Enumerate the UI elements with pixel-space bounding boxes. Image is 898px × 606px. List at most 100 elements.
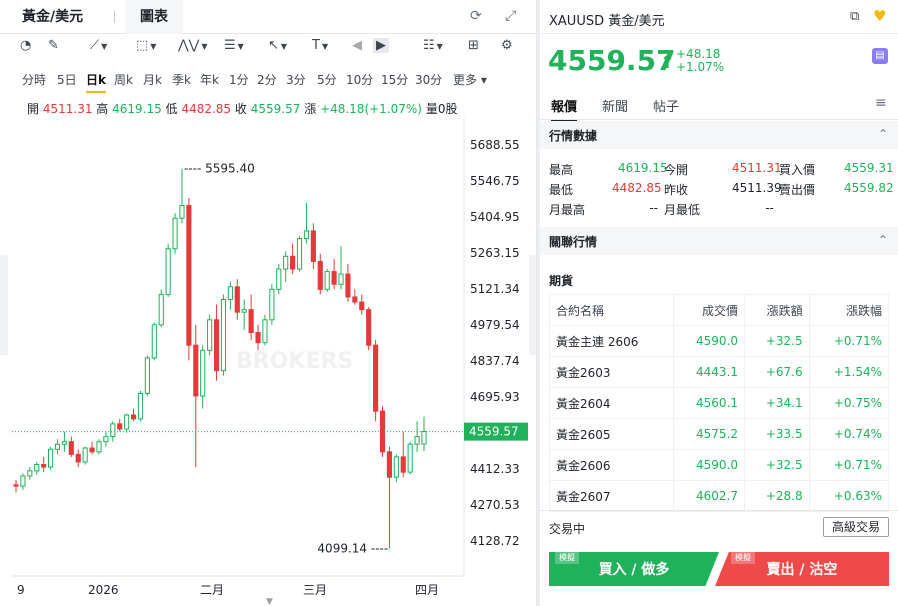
period-7[interactable]: 1分 [229, 71, 249, 88]
fib-icon[interactable]: ☰ ▼ [224, 38, 244, 53]
x-tick-label: 2026 [88, 583, 119, 597]
section-related[interactable]: 關聯行情 ⌃ [540, 227, 898, 255]
period-2[interactable]: 日k [86, 71, 106, 93]
period-10[interactable]: 5分 [317, 71, 337, 88]
period-0[interactable]: 分時 [22, 71, 46, 88]
favorite-heart-icon[interactable]: ♥ [873, 7, 886, 25]
period-4[interactable]: 月k [143, 71, 162, 88]
layout-icon[interactable]: ☷ ▼ [423, 38, 443, 53]
sim-badge: 模擬 [555, 552, 579, 564]
candle-body [137, 392, 144, 420]
buy-button[interactable]: 模擬 買入 / 做多 [549, 552, 719, 586]
open-value: 4511.31 [42, 102, 93, 116]
period-1[interactable]: 5日 [57, 71, 77, 88]
change-pct: +1.07% [676, 60, 725, 74]
period-6[interactable]: 年k [200, 71, 219, 88]
trading-status: 交易中 [549, 522, 586, 536]
period-8[interactable]: 2分 [257, 71, 277, 88]
scroll-down-icon[interactable]: ▼ [266, 597, 273, 606]
drawing-toolbar: ◔ ✎ ⟋ ▼ ⬚ ▼ ⋀⋁ ▼ ☰ ▼ ↖ ▼ T ▼ ◀ ▶ ☷ ▼ ⊞ ⚙ [0, 34, 536, 62]
table-row[interactable]: 黃金2605 4575.2 +33.5 +0.74% [549, 418, 890, 450]
volume-value: 0股 [437, 102, 458, 116]
low-value: 4482.85 [181, 102, 232, 116]
trendline-icon[interactable]: ⟋ ▼ [90, 38, 107, 53]
candle-body [386, 451, 392, 478]
candle-body [130, 414, 137, 420]
bid-price: 4559.31 [844, 161, 894, 175]
candle-body [124, 414, 130, 430]
tab-symbol[interactable]: 黃金/美元 [22, 0, 83, 34]
table-header: 合約名稱 成交價 漲跌額 漲跌幅 [549, 294, 890, 326]
bookmark-icon[interactable]: ⧉ [850, 9, 859, 24]
symbol-title: XAUUSD 黃金/美元 [549, 14, 665, 29]
candle-body [317, 260, 323, 290]
candle-body [296, 238, 303, 270]
candle-body [82, 447, 88, 463]
left-collapse-handle[interactable] [0, 255, 8, 355]
menu-icon[interactable]: ≡ [875, 95, 887, 111]
close-value: 4559.57 [250, 102, 301, 116]
chart-tabbar: 黃金/美元 圖表 ⟳ ⤢ [0, 0, 536, 34]
pencil-icon[interactable]: ✎ [48, 38, 59, 53]
cursor-icon[interactable]: ↖ ▼ [268, 38, 287, 53]
tab-quote[interactable]: 報價 [551, 96, 578, 122]
y-tick-label: 5404.95 [470, 210, 520, 224]
prev-close: 4511.39 [732, 181, 782, 195]
rectangle-icon[interactable]: ⬚ ▼ [136, 38, 156, 53]
candle-body [110, 423, 116, 438]
prev-icon[interactable]: ◀ [352, 38, 362, 53]
table-row[interactable]: 黃金2606 4590.0 +32.5 +0.71% [549, 449, 890, 481]
table-row[interactable]: 黃金2604 4560.1 +34.1 +0.75% [549, 387, 890, 419]
right-collapse-handle[interactable] [529, 255, 536, 355]
ask-price: 4559.82 [844, 181, 894, 195]
candlestick-chart[interactable]: BROKERS 5688.55 5546.75 5404.95 5263.15 5121.… [0, 118, 537, 606]
gauge-icon[interactable]: ◔ [20, 38, 31, 53]
period-12[interactable]: 15分 [381, 71, 408, 88]
candle-body [213, 319, 220, 372]
table-row[interactable]: 黃金主連 2606 4590.0 +32.5 +0.71% [549, 325, 890, 357]
candle-body [373, 344, 379, 412]
sell-button[interactable]: 模擬 賣出 / 沽空 [715, 552, 889, 586]
tab-posts[interactable]: 帖子 [653, 96, 679, 115]
period-11[interactable]: 10分 [346, 71, 373, 88]
period-5[interactable]: 季k [172, 71, 191, 88]
candle-body [255, 331, 261, 344]
table-row[interactable]: 黃金2603 4443.1 +67.6 +1.54% [549, 356, 890, 388]
period-3[interactable]: 周k [114, 71, 133, 88]
period-14[interactable]: 更多 ▾ [453, 71, 487, 88]
y-tick-label: 5121.34 [470, 282, 520, 296]
candle-body [193, 344, 199, 397]
candle-body [248, 309, 254, 333]
candle-body [89, 447, 95, 453]
next-icon[interactable]: ▶ [373, 38, 389, 53]
quote-panel: XAUUSD 黃金/美元 ⧉ ♥ 4559.57 ↑ +48.18 +1.07%… [540, 0, 898, 606]
tab-chart[interactable]: 圖表 [125, 0, 183, 34]
candle-body [165, 248, 171, 295]
ohlc-readout: 開 4511.31 高 4619.15 低 4482.85 收 4559.57 … [27, 102, 458, 116]
quote-header: XAUUSD 黃金/美元 ⧉ ♥ [540, 0, 898, 34]
candle-body [61, 441, 67, 445]
x-tick-label: 三月 [303, 583, 327, 597]
candle-body [13, 484, 19, 487]
candle-body [186, 205, 192, 346]
day-low: 4482.85 [612, 181, 662, 195]
wave-icon[interactable]: ⋀⋁ ▼ [178, 38, 207, 53]
advanced-trade-button[interactable]: 高級交易 [823, 517, 889, 537]
grid-icon[interactable]: ⊞ [468, 38, 479, 53]
fullscreen-icon[interactable]: ⤢ [505, 8, 516, 24]
period-9[interactable]: 3分 [286, 71, 306, 88]
tab-news[interactable]: 新聞 [602, 96, 628, 115]
gear-icon[interactable]: ⚙ [501, 38, 513, 53]
section-quote-data[interactable]: 行情數據 ⌃ [540, 121, 898, 149]
period-13[interactable]: 30分 [415, 71, 442, 88]
table-row[interactable]: 黃金2607 4602.7 +28.8 +0.63% [549, 480, 890, 512]
y-tick-label: 5688.55 [470, 138, 520, 152]
futures-table: 合約名稱 成交價 漲跌額 漲跌幅 黃金主連 2606 4590.0 +32.5 +0.… [549, 294, 890, 512]
candle-body [269, 288, 275, 321]
refresh-icon[interactable]: ⟳ [470, 8, 482, 24]
candle-body [103, 436, 109, 443]
calculator-icon[interactable]: ▤ [872, 48, 888, 64]
text-tool-icon[interactable]: T ▼ [312, 38, 328, 53]
candle-body [68, 441, 74, 455]
up-arrow-icon: ↑ [660, 52, 676, 73]
